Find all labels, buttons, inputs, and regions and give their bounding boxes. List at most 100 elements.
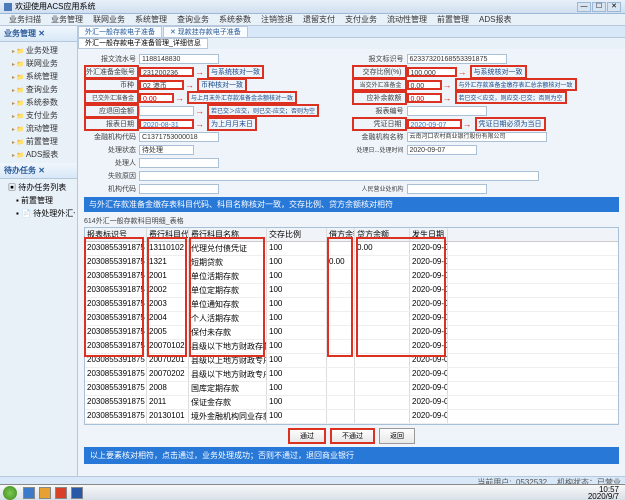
lbl-refund: 应退回金额 — [84, 104, 139, 118]
note-acctno: 与系统核对一致 — [207, 65, 264, 79]
arrow-icon: → — [185, 80, 194, 90]
tree-item[interactable]: 支付业务 — [2, 109, 75, 122]
fld-flowno: 1188148830 — [139, 54, 219, 64]
tabs: 外汇一般存款电子准备✕ 现款挂存款电子准备 — [78, 26, 625, 38]
fld-orgcode: C1371753000018 — [139, 132, 219, 142]
tree-item[interactable]: ADS报表 — [2, 148, 75, 161]
minimize-button[interactable]: — — [577, 2, 591, 12]
menu-item[interactable]: 支付业务 — [340, 14, 382, 25]
fld-paid: 0.00 — [139, 93, 174, 103]
task-item[interactable]: ▪ 前置管理 — [2, 194, 75, 207]
tree-item[interactable]: 系统参数 — [2, 96, 75, 109]
arrow-icon: → — [195, 119, 204, 129]
taskbar-word-icon[interactable] — [71, 487, 83, 499]
grid-wrap: 报表标识号费行科目代码费行科目名称交存比例借方余额贷方余额发生日期 203085… — [84, 227, 619, 425]
subtab-detail[interactable]: 外汇一般存款电子准备管理_详细信息 — [78, 38, 208, 49]
menu-item[interactable]: 业务管理 — [46, 14, 88, 25]
approve-button[interactable]: 通过 — [288, 428, 326, 444]
note-currency: 币种核对一致 — [197, 78, 247, 92]
lbl-orgname: 金融机构名称 — [352, 132, 407, 142]
menu-item[interactable]: 前置管理 — [432, 14, 474, 25]
fld-rptno — [407, 106, 487, 116]
table-row[interactable]: 203085539187520070102县级以下地方财政存款1002020-0… — [85, 340, 618, 354]
fld-status: 待处理 — [139, 145, 194, 155]
col-header: 费行科目代码 — [147, 228, 189, 241]
menu-item[interactable]: 注销签退 — [256, 14, 298, 25]
form-area: 报文流水号1188148830 报文标识号6233732016855339187… — [78, 49, 625, 476]
menubar: 业务扫描业务管理联网业务系统管理查询业务系统参数注销签退遗留支付支付业务流动性管… — [0, 14, 625, 26]
arrow-icon: → — [463, 119, 472, 129]
tree-item[interactable]: 系统管理 — [2, 70, 75, 83]
close-button[interactable]: ✕ — [607, 2, 621, 12]
note-vchdate: 凭证日期必须为当日 — [475, 117, 546, 131]
tree-item[interactable]: 流动管理 — [2, 122, 75, 135]
lbl-vchdate: 凭证日期 — [352, 117, 407, 131]
fld-vchdate: 2020-09-07 — [407, 119, 462, 129]
menu-item[interactable]: ADS报表 — [474, 14, 516, 25]
menu-item[interactable]: 系统管理 — [130, 14, 172, 25]
sidebar-header-2: 待办任务 ✕ — [0, 163, 77, 179]
table-row[interactable]: 20308553918752008国库定期存款1002020-09-07 — [85, 382, 618, 396]
menu-item[interactable]: 业务扫描 — [4, 14, 46, 25]
table-row[interactable]: 203085539187520070202县级以下地方财政专户存款1002020… — [85, 368, 618, 382]
sidebar: 业务管理 ✕ 业务处理联网业务系统管理查询业务系统参数支付业务流动管理前置管理A… — [0, 26, 78, 476]
fld-ratio: 100.000 — [407, 67, 457, 77]
taskbar: 10:572020/9/7 — [0, 484, 625, 500]
tree-item[interactable]: 联网业务 — [2, 57, 75, 70]
reject-button[interactable]: 不通过 — [330, 428, 375, 444]
nav-tree: 业务处理联网业务系统管理查询业务系统参数支付业务流动管理前置管理ADS报表 — [0, 42, 77, 163]
tree-item[interactable]: 业务处理 — [2, 44, 75, 57]
back-button[interactable]: 返回 — [379, 428, 415, 444]
taskbar-app-icon[interactable] — [55, 487, 67, 499]
fld-orgname: 云南河口农村商业银行股份有限公司 — [407, 132, 547, 142]
note-supp: 若已交＜应交，则应交-已交；否则为空 — [455, 91, 567, 104]
table-row[interactable]: 20308553918752004个人活期存款1002020-09-07 — [85, 312, 618, 326]
menu-item[interactable]: 查询业务 — [172, 14, 214, 25]
table-row[interactable]: 20308553918752002单位定期存款1002020-09-07 — [85, 284, 618, 298]
task-item[interactable]: ▪ 📄 待处理外汇一般存 — [2, 207, 75, 220]
table-row[interactable]: 203085539187513110102代理兑付债凭证1000.002020-… — [85, 242, 618, 256]
menu-item[interactable]: 系统参数 — [214, 14, 256, 25]
button-bar: 通过 不通过 返回 — [84, 425, 619, 447]
menu-item[interactable]: 联网业务 — [88, 14, 130, 25]
grid-header: 报表标识号费行科目代码费行科目名称交存比例借方余额贷方余额发生日期 — [85, 228, 618, 242]
table-row[interactable]: 20308553918752001单位活期存款1002020-09-07 — [85, 270, 618, 284]
table-row[interactable]: 203085539187520070201县级以上地方财政专户存款1002020… — [85, 354, 618, 368]
system-clock[interactable]: 10:572020/9/7 — [588, 486, 622, 500]
taskbar-folder-icon[interactable] — [39, 487, 51, 499]
table-row[interactable]: 20308553918752005保付未存款1002020-09-07 — [85, 326, 618, 340]
note-paid: 与上月末外汇存款准备金余额核对一致 — [187, 91, 297, 104]
start-button[interactable] — [3, 486, 17, 500]
fld-msgid: 62337320168553391875 — [407, 54, 507, 64]
table-row[interactable]: 20308553918751321短期贷款1000.002020-09-07 — [85, 256, 618, 270]
lbl-status: 处理状态 — [84, 145, 139, 155]
col-header: 借方余额 — [327, 228, 355, 241]
lbl-rptdate: 报表日期 — [84, 117, 139, 131]
col-header: 贷方余额 — [355, 228, 410, 241]
fld-acctno: 231200236 — [139, 67, 194, 77]
sidebar-header-1: 业务管理 ✕ — [0, 26, 77, 42]
tab[interactable]: 外汇一般存款电子准备 — [78, 26, 162, 37]
task-root[interactable]: ▣ 待办任务列表 — [2, 181, 75, 194]
app-icon — [4, 3, 12, 11]
window-title: 欢迎使用ACS应用系统 — [15, 1, 95, 12]
lbl-currency: 币种 — [84, 78, 139, 92]
content: 外汇一般存款电子准备✕ 现款挂存款电子准备 外汇一般存款电子准备管理_详细信息 … — [78, 26, 625, 476]
subtabs: 外汇一般存款电子准备管理_详细信息 — [78, 38, 625, 49]
menu-item[interactable]: 流动性管理 — [382, 14, 432, 25]
fld-due: 0.00 — [407, 80, 442, 90]
menu-item[interactable]: 遗留支付 — [298, 14, 340, 25]
lbl-rptno: 报表编号 — [352, 106, 407, 116]
table-row[interactable]: 20308553918752003单位通知存款1002020-09-07 — [85, 298, 618, 312]
lbl-supp: 应补余款额 — [352, 91, 407, 105]
taskbar-ie-icon[interactable] — [23, 487, 35, 499]
fld-rptdate: 2020-08-31 — [139, 119, 194, 129]
maximize-button[interactable]: ☐ — [592, 2, 606, 12]
arrow-icon: → — [443, 80, 452, 90]
tree-item[interactable]: 前置管理 — [2, 135, 75, 148]
tree-item[interactable]: 查询业务 — [2, 83, 75, 96]
tab[interactable]: ✕ 现款挂存款电子准备 — [163, 26, 248, 37]
lbl-due: 当交外汇准备金 — [352, 78, 407, 91]
table-row[interactable]: 203085539187520130101境外金融机构同业存款1002020-0… — [85, 410, 618, 424]
table-row[interactable]: 20308553918752011保证金存款1002020-09-07 — [85, 396, 618, 410]
